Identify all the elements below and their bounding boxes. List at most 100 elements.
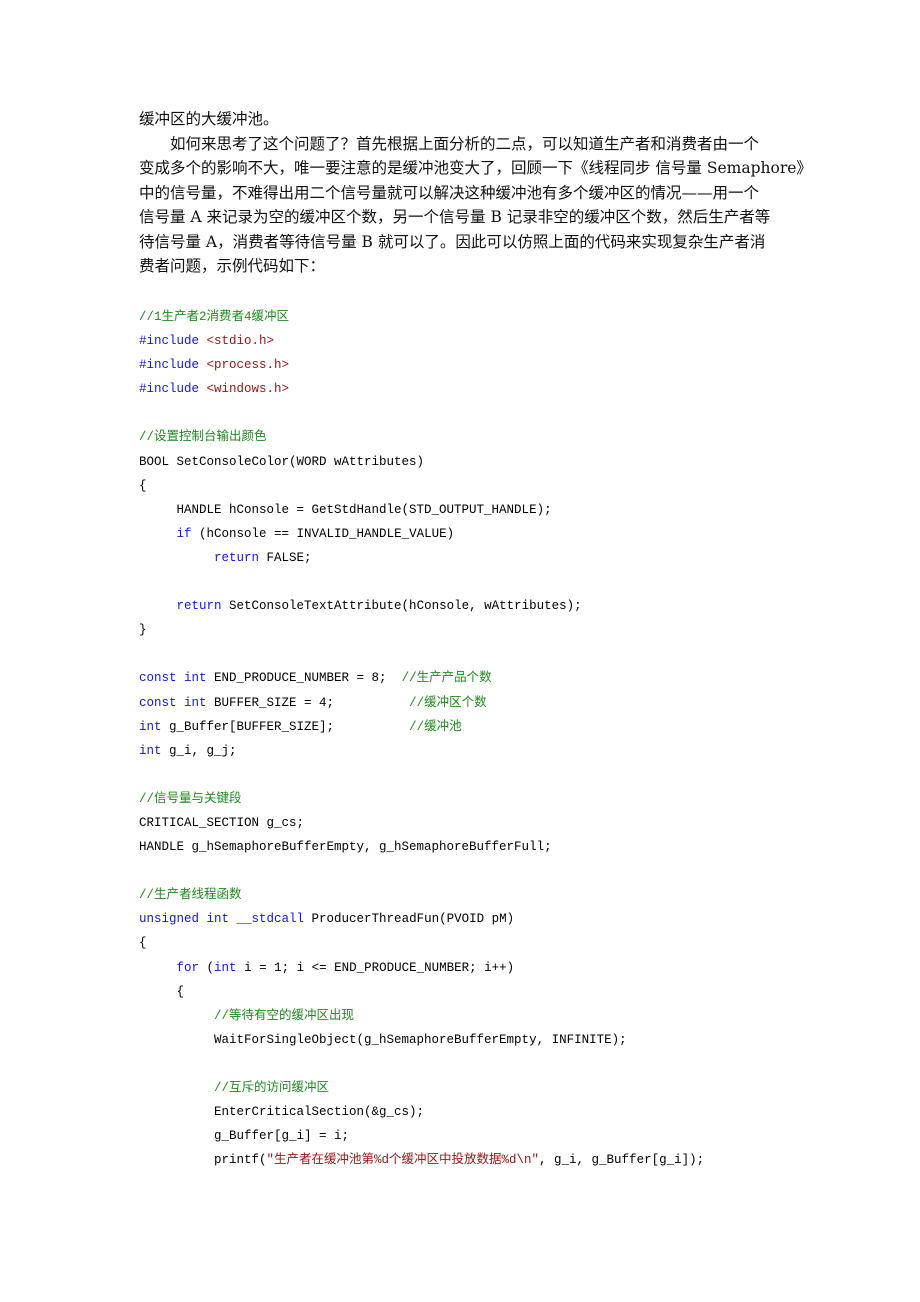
code-line: { <box>139 931 839 955</box>
code-text: SetConsoleTextAttribute(hConsole, wAttri… <box>221 599 582 614</box>
code-line: { <box>139 980 839 1004</box>
code-line: #include <windows.h> <box>139 377 839 401</box>
code-text: CRITICAL_SECTION g_cs; <box>139 815 305 830</box>
code-text: EnterCriticalSection(&g_cs); <box>139 1105 425 1120</box>
prose-section: 缓冲区的大缓冲池。如何来思考了这个问题了？首先根据上面分析的二点，可以知道生产者… <box>139 107 812 279</box>
code-text: g_i, g_j; <box>161 743 237 758</box>
code-line: HANDLE g_hSemaphoreBufferEmpty, g_hSemap… <box>139 835 839 859</box>
code-string: <process.h> <box>206 358 290 373</box>
code-line: #include <process.h> <box>139 353 839 377</box>
code-line: //等待有空的缓冲区出现 <box>139 1004 839 1028</box>
code-block: //1生产者2消费者4缓冲区 #include <stdio.h> #include… <box>139 305 839 1172</box>
code-line: if (hConsole == INVALID_HANDLE_VALUE) <box>139 522 839 546</box>
code-line: BOOL SetConsoleColor(WORD wAttributes) <box>139 450 839 474</box>
code-keyword: int <box>139 743 162 758</box>
code-keyword: const int <box>139 671 207 686</box>
code-line: int g_i, g_j; <box>139 739 839 763</box>
code-line: for (int i = 1; i <= END_PRODUCE_NUMBER;… <box>139 956 839 980</box>
code-text: (hConsole == INVALID_HANDLE_VALUE) <box>191 526 455 541</box>
paragraph-line: 中的信号量，不难得出用二个信号量就可以解决这种缓冲池有多个缓冲区的情况——用一个 <box>139 183 760 202</box>
code-text: } <box>139 623 147 638</box>
code-text: g_Buffer[BUFFER_SIZE]; <box>161 719 410 734</box>
code-text: END_PRODUCE_NUMBER = 8; <box>206 671 402 686</box>
code-line: CRITICAL_SECTION g_cs; <box>139 811 839 835</box>
code-line: #include <stdio.h> <box>139 329 839 353</box>
code-line: { <box>139 474 839 498</box>
code-keyword: return <box>214 550 260 565</box>
code-comment: //互斥的访问缓冲区 <box>214 1081 330 1095</box>
code-text: { <box>139 478 147 493</box>
code-text: { <box>139 984 185 999</box>
code-line: WaitForSingleObject(g_hSemaphoreBufferEm… <box>139 1028 839 1052</box>
code-string: <stdio.h> <box>206 334 275 349</box>
code-keyword: #include <box>139 334 207 349</box>
code-line: return SetConsoleTextAttribute(hConsole,… <box>139 594 839 618</box>
code-keyword: const int <box>139 695 207 710</box>
code-text: HANDLE g_hSemaphoreBufferEmpty, g_hSemap… <box>139 840 552 855</box>
code-line: //1生产者2消费者4缓冲区 <box>139 305 839 329</box>
paragraph-line: 变成多个的影响不大，唯一要注意的是缓冲池变大了，回顾一下《线程同步 信号量 Se… <box>139 159 812 177</box>
code-line: const int END_PRODUCE_NUMBER = 8; //生产产品… <box>139 666 839 690</box>
code-text: WaitForSingleObject(g_hSemaphoreBufferEm… <box>139 1032 627 1047</box>
paragraph-line: 如何来思考了这个问题了？首先根据上面分析的二点，可以知道生产者和消费者由一个 <box>170 134 760 153</box>
code-line: } <box>139 618 839 642</box>
code-comment: //信号量与关键段 <box>139 791 242 806</box>
code-text: { <box>139 936 147 951</box>
code-comment: //生产产品个数 <box>401 671 492 686</box>
paragraph-line: 费者问题，示例代码如下： <box>139 257 326 275</box>
code-text: BOOL SetConsoleColor(WORD wAttributes) <box>139 454 425 469</box>
code-line: unsigned int __stdcall ProducerThreadFun… <box>139 907 839 931</box>
paragraph-line: 缓冲区的大缓冲池。 <box>139 110 279 128</box>
code-keyword: for <box>176 960 200 975</box>
code-comment: //设置控制台输出颜色 <box>139 430 267 445</box>
code-comment: //等待有空的缓冲区出现 <box>214 1008 355 1023</box>
code-string: <windows.h> <box>206 382 290 397</box>
code-line: //设置控制台输出颜色 <box>139 425 839 449</box>
code-keyword: return <box>176 599 222 614</box>
paragraph-line: 待信号量 A，消费者等待信号量 B 就可以了。因此可以仿照上面的代码来实现复杂生… <box>139 232 766 251</box>
code-text: printf( <box>139 1153 267 1168</box>
code-text: , g_i, g_Buffer[g_i]); <box>539 1153 705 1168</box>
code-keyword: __stdcall <box>236 912 305 927</box>
code-text: BUFFER_SIZE = 4; <box>206 695 410 710</box>
code-comment: //缓冲池 <box>409 719 462 734</box>
code-line: printf("生产者在缓冲池第%d个缓冲区中投放数据%d\n", g_i, g… <box>139 1148 839 1172</box>
code-keyword: int <box>139 719 162 734</box>
code-keyword: int <box>214 960 237 975</box>
code-line: g_Buffer[g_i] = i; <box>139 1124 839 1148</box>
code-keyword: if <box>176 526 192 541</box>
code-line: //生产者线程函数 <box>139 883 839 907</box>
code-line: EnterCriticalSection(&g_cs); <box>139 1100 839 1124</box>
code-keyword: #include <box>139 382 207 397</box>
code-line: int g_Buffer[BUFFER_SIZE]; //缓冲池 <box>139 715 839 739</box>
code-keyword: unsigned int <box>139 912 230 927</box>
code-text: ( <box>199 960 215 975</box>
code-text: ProducerThreadFun(PVOID pM) <box>304 912 515 927</box>
code-keyword: #include <box>139 358 207 373</box>
code-line: const int BUFFER_SIZE = 4; //缓冲区个数 <box>139 691 839 715</box>
code-text: FALSE; <box>259 550 312 565</box>
code-text: g_Buffer[g_i] = i; <box>139 1129 350 1144</box>
code-comment: //缓冲区个数 <box>409 695 487 710</box>
code-text: HANDLE hConsole = GetStdHandle(STD_OUTPU… <box>139 502 552 517</box>
code-line: //信号量与关键段 <box>139 787 839 811</box>
code-line: //互斥的访问缓冲区 <box>139 1076 839 1100</box>
code-text: i = 1; i <= END_PRODUCE_NUMBER; i++) <box>236 960 515 975</box>
paragraph-line: 信号量 A 来记录为空的缓冲区个数，另一个信号量 B 记录非空的缓冲区个数，然后… <box>139 208 771 226</box>
code-comment: //1生产者2消费者4缓冲区 <box>139 310 290 324</box>
code-string: "生产者在缓冲池第%d个缓冲区中投放数据%d\n" <box>266 1153 540 1168</box>
code-line: return FALSE; <box>139 546 839 570</box>
